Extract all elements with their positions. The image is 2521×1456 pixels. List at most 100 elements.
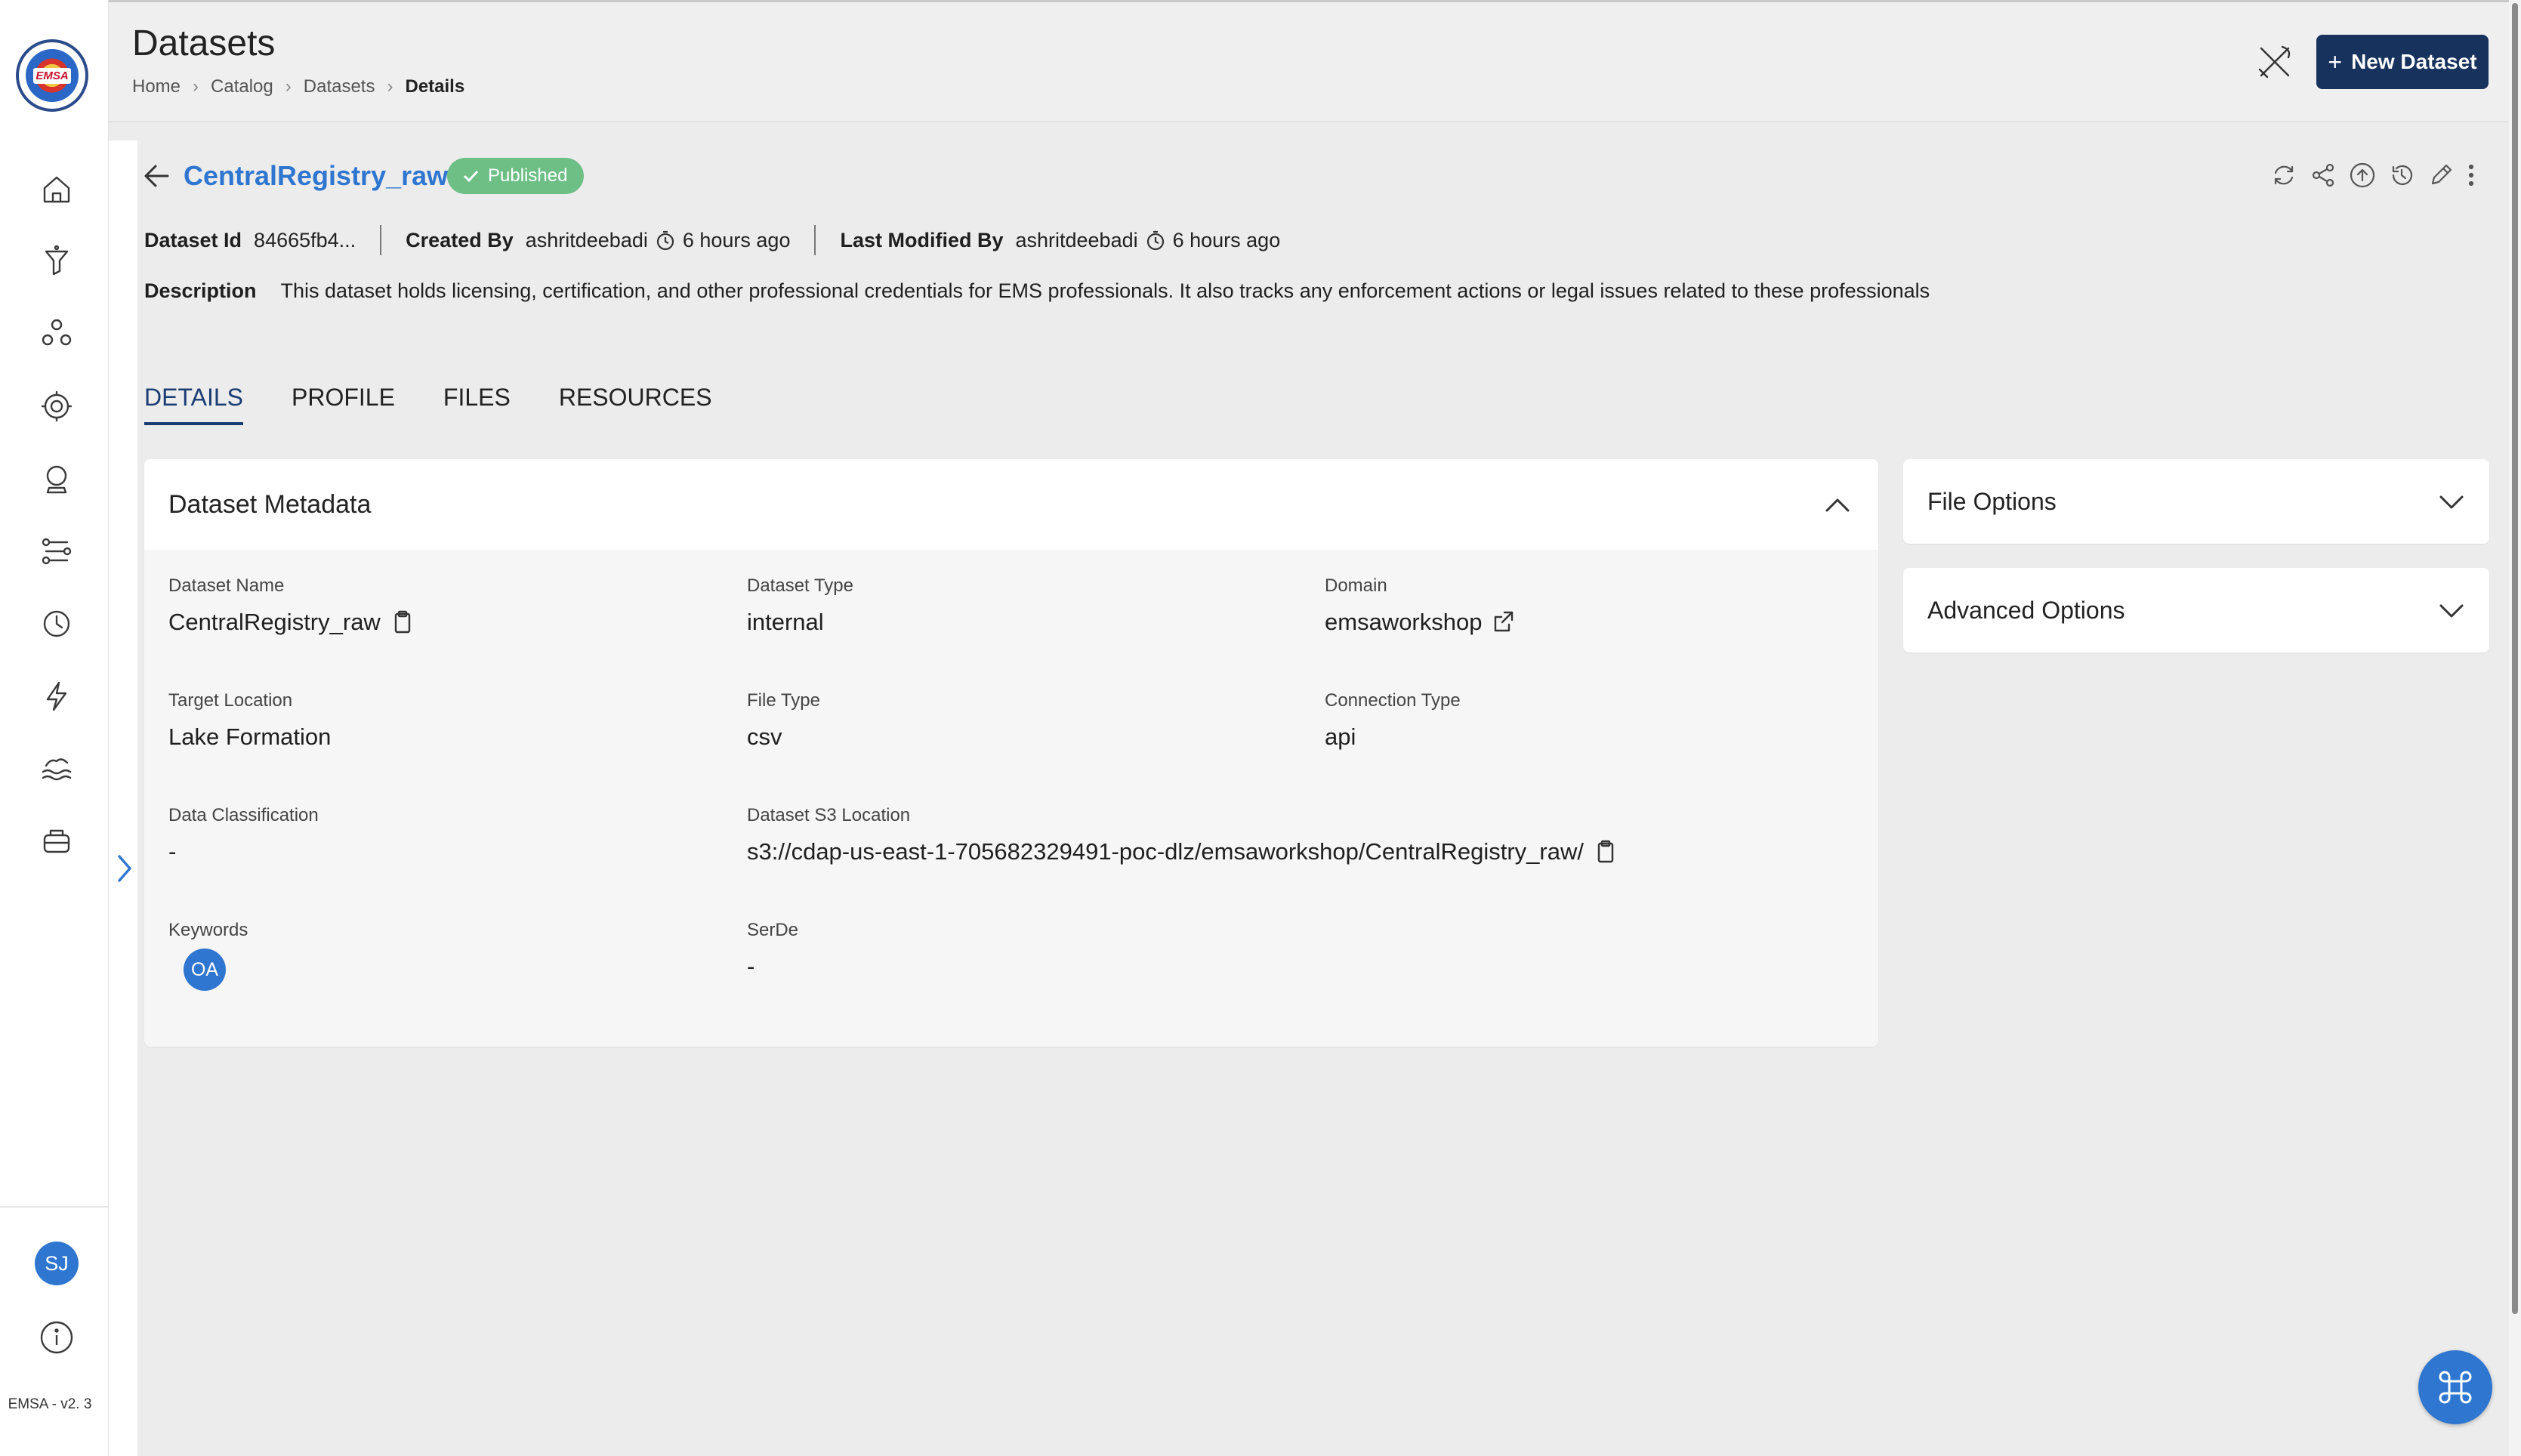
cluster-icon[interactable] [35, 312, 79, 356]
history-icon[interactable] [2387, 157, 2417, 193]
command-key-icon [2439, 1371, 2472, 1404]
meta-divider [380, 225, 382, 255]
field-value: - [747, 953, 755, 979]
tools-icon[interactable] [2254, 41, 2296, 83]
breadcrumb-catalog[interactable]: Catalog [211, 76, 273, 97]
storage-icon[interactable] [35, 819, 79, 863]
info-icon[interactable] [36, 1317, 77, 1358]
field-value: api [1325, 723, 1356, 750]
field-s3-location: Dataset S3 Location s3://cdap-us-east-1-… [747, 805, 1617, 865]
advanced-options-panel[interactable]: Advanced Options [1903, 568, 2489, 652]
tab-profile[interactable]: PROFILE [292, 384, 395, 425]
keyword-badge[interactable]: OA [184, 949, 226, 991]
breadcrumb-home[interactable]: Home [132, 76, 181, 97]
tab-files[interactable]: FILES [443, 384, 511, 425]
field-value: CentralRegistry_raw [168, 609, 381, 635]
tab-resources[interactable]: RESOURCES [559, 384, 712, 425]
description-label: Description [144, 279, 257, 302]
new-dataset-button[interactable]: + New Dataset [2316, 35, 2489, 89]
breadcrumb-details: Details [405, 76, 465, 97]
page-title: Datasets [132, 23, 276, 63]
field-value: s3://cdap-us-east-1-705682329491-poc-dlz… [747, 838, 1584, 865]
modified-by-label: Last Modified By [840, 228, 1004, 251]
check-icon [463, 170, 479, 183]
description-row: Description This dataset holds licensing… [144, 279, 1930, 303]
advanced-options-title: Advanced Options [1927, 596, 2125, 624]
plus-icon: + [2328, 48, 2343, 76]
avatar[interactable]: SJ [35, 1242, 79, 1285]
tab-bar: DETAILS PROFILE FILES RESOURCES [144, 384, 712, 425]
copy-clipboard-icon[interactable] [1594, 839, 1617, 865]
external-link-icon[interactable] [1492, 609, 1515, 635]
modified-time: 6 hours ago [1172, 228, 1281, 251]
timer-icon [1144, 229, 1167, 251]
field-value-row: emsaworkshop [1325, 609, 1515, 636]
funnel-icon[interactable] [35, 240, 79, 284]
created-by-value: ashritdeebadi [525, 228, 648, 251]
breadcrumb-datasets[interactable]: Datasets [304, 76, 375, 97]
created-by-label: Created By [406, 228, 514, 251]
field-label: Target Location [168, 690, 293, 711]
field-label: Dataset S3 Location [747, 805, 911, 825]
metadata-card-header[interactable]: Dataset Metadata [144, 459, 1878, 550]
edit-pencil-icon[interactable] [2426, 157, 2456, 193]
back-arrow-icon[interactable] [140, 160, 172, 192]
workflow-icon[interactable] [35, 529, 79, 573]
field-serde: SerDe - [747, 920, 798, 980]
status-label: Published [488, 165, 568, 186]
new-dataset-label: New Dataset [2351, 50, 2477, 73]
field-label: Keywords [168, 920, 248, 940]
file-options-panel[interactable]: File Options [1903, 459, 2489, 544]
description-text: This dataset holds licensing, certificat… [280, 279, 1930, 302]
version-label: EMSA - v2. 3 [8, 1396, 92, 1412]
tab-details[interactable]: DETAILS [144, 384, 243, 425]
field-value: internal [747, 609, 824, 635]
field-target-location: Target Location Lake Formation [168, 690, 331, 751]
dataset-actions [2269, 157, 2477, 193]
field-dataset-type: Dataset Type internal [747, 575, 853, 636]
field-connection-type: Connection Type api [1325, 690, 1461, 751]
refresh-icon[interactable] [2269, 157, 2299, 193]
breadcrumb: Home › Catalog › Datasets › Details [132, 76, 464, 97]
dataset-metadata-card: Dataset Metadata Dataset Name CentralReg… [144, 459, 1878, 1047]
upload-icon[interactable] [2347, 157, 2378, 193]
logo-text: EMSA [33, 67, 71, 84]
dataset-id-value: 84665fb4... [254, 228, 356, 251]
chevron-up-icon[interactable] [1822, 492, 1853, 517]
dataset-id-label: Dataset Id [144, 228, 242, 251]
file-options-title: File Options [1927, 487, 2057, 515]
field-value-row: s3://cdap-us-east-1-705682329491-poc-dlz… [747, 838, 1617, 865]
lightning-icon[interactable] [35, 674, 79, 718]
share-icon[interactable] [2308, 157, 2338, 193]
field-keywords: Keywords OA [168, 920, 248, 991]
field-label: Domain [1325, 575, 1387, 596]
clock-icon[interactable] [35, 602, 79, 646]
chevron-down-icon[interactable] [2436, 489, 2467, 514]
copy-clipboard-icon[interactable] [391, 609, 414, 635]
top-header [109, 0, 2521, 122]
crystal-ball-icon[interactable] [35, 457, 79, 501]
more-vertical-icon[interactable] [2465, 157, 2477, 193]
lake-icon[interactable] [35, 747, 79, 791]
settings-gear-icon[interactable] [35, 384, 79, 428]
field-domain: Domain emsaworkshop [1325, 575, 1515, 636]
field-value: csv [747, 723, 782, 750]
emsa-logo[interactable]: EMSA [16, 39, 88, 112]
home-icon[interactable] [35, 168, 79, 211]
metadata-card-title: Dataset Metadata [168, 489, 372, 519]
field-label: SerDe [747, 920, 799, 940]
created-time: 6 hours ago [682, 228, 791, 251]
field-data-classification: Data Classification - [168, 805, 319, 865]
scrollbar-thumb[interactable] [2512, 3, 2518, 1314]
sidebar-divider [0, 1206, 109, 1208]
command-palette-button[interactable] [2418, 1350, 2492, 1424]
expand-strip [109, 140, 137, 1456]
chevron-down-icon[interactable] [2436, 598, 2467, 622]
expand-sidebar-icon[interactable] [113, 849, 136, 888]
chevron-right-icon: › [387, 76, 393, 97]
field-value: - [168, 838, 177, 865]
chevron-right-icon: › [193, 76, 199, 97]
field-value-row: CentralRegistry_raw [168, 609, 414, 636]
field-label: Connection Type [1325, 690, 1461, 711]
field-label: Data Classification [168, 805, 319, 825]
